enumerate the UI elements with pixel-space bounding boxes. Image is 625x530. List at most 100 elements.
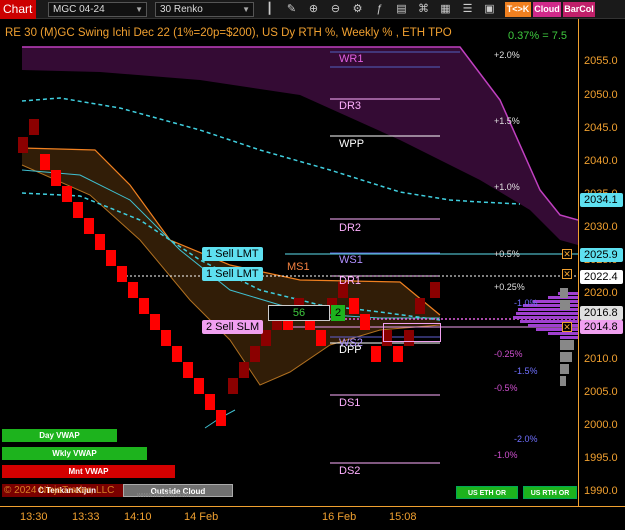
renko-brick xyxy=(150,314,160,330)
price-tick-label: 2045.0 xyxy=(584,122,618,134)
cloud-toggle-button[interactable]: Cloud xyxy=(533,2,561,17)
renko-brick xyxy=(117,266,127,282)
chart-tab-label[interactable]: Chart xyxy=(0,0,36,19)
chart-title: RE 30 (M)GC Swing Ichi Dec 22 (1%=20p=$2… xyxy=(5,27,452,39)
renko-brick xyxy=(106,250,116,266)
price-tick-label: 2040.0 xyxy=(584,155,618,167)
renko-brick xyxy=(128,282,138,298)
time-tick-label: 15:08 xyxy=(389,511,417,523)
volume-profile-bar xyxy=(513,316,578,319)
price-badge-2022: 2022.4 xyxy=(580,270,623,284)
level-dr1: DR1 xyxy=(339,275,362,287)
price-tick-label: 2005.0 xyxy=(584,386,618,398)
renko-brick xyxy=(73,202,83,218)
pct-label: +2.0% xyxy=(494,50,520,60)
level-ds2: DS2 xyxy=(339,465,361,477)
volume-profile-gray xyxy=(560,300,570,310)
properties-icon[interactable]: ⚙ xyxy=(350,2,365,17)
sell-limit-order-2[interactable]: 1 Sell LMT xyxy=(202,267,263,281)
time-tick-label: 13:33 xyxy=(72,511,100,523)
renko-brick xyxy=(250,346,260,362)
renko-brick xyxy=(216,410,226,426)
chart-trader-icon[interactable]: ☰ xyxy=(460,2,475,17)
tenkan-kijun-toggle-button[interactable]: T<>K xyxy=(505,2,531,17)
cancel-order-icon[interactable]: ✕ xyxy=(562,269,572,279)
renko-brick xyxy=(205,394,215,410)
volume-profile-bar xyxy=(560,336,578,339)
time-tick-label: 16 Feb xyxy=(322,511,357,523)
strategies-icon[interactable]: ▤ xyxy=(394,2,409,17)
renko-brick xyxy=(139,298,149,314)
price-tick-label: 2050.0 xyxy=(584,89,618,101)
pct-label: +0.5% xyxy=(494,249,520,259)
bar-type-value: 30 Renko xyxy=(160,4,203,15)
chevron-down-icon: ▼ xyxy=(135,5,143,14)
volume-profile-gray xyxy=(560,352,572,362)
cancel-order-icon[interactable]: ✕ xyxy=(562,322,572,332)
renko-brick xyxy=(95,234,105,250)
weekly-cloud xyxy=(22,47,578,245)
level-ms1: MS1 xyxy=(287,261,310,273)
pct-label: +1.0% xyxy=(494,182,520,192)
level-dr2: DR2 xyxy=(339,222,362,234)
level-wpp: WPP xyxy=(339,138,365,150)
level-wr1: WR1 xyxy=(339,53,364,65)
cancel-order-icon[interactable]: ✕ xyxy=(562,249,572,259)
price-badge-2034: 2034.1 xyxy=(580,193,623,207)
barcol-toggle-button[interactable]: BarCol xyxy=(563,2,595,17)
us-eth-or-button[interactable]: US ETH OR xyxy=(456,486,518,499)
renko-brick xyxy=(371,346,381,362)
price-tick-label: 2010.0 xyxy=(584,353,618,365)
renko-brick xyxy=(228,378,238,394)
renko-brick xyxy=(316,330,326,346)
day-vwap-button[interactable]: Day VWAP xyxy=(2,429,117,442)
volume-profile-gray xyxy=(560,364,569,374)
level-ws1: WS1 xyxy=(339,254,363,266)
time-tick-label: 14 Feb xyxy=(184,511,219,523)
renko-brick xyxy=(29,119,39,135)
price-tick-label: 2055.0 xyxy=(584,55,618,67)
price-tick-label: 2000.0 xyxy=(584,419,618,431)
chevron-down-icon: ▼ xyxy=(242,5,250,14)
level-dr3: DR3 xyxy=(339,100,362,112)
indicators-icon[interactable]: ƒ xyxy=(372,2,387,17)
volume-profile-gray xyxy=(560,340,574,350)
attach-icon[interactable]: ⌘ xyxy=(416,2,431,17)
pct-label: -0.5% xyxy=(494,383,518,393)
time-tick-label: 13:30 xyxy=(20,511,48,523)
instrument-selector[interactable]: MGC 04-24 ▼ xyxy=(48,2,147,17)
chart-toolbar: Chart MGC 04-24 ▼ 30 Renko ▼ ┃ ✎ ⊕ ⊖ ⚙ ƒ… xyxy=(0,0,625,19)
bar-style-icon[interactable]: ┃ xyxy=(262,2,277,17)
pct-label: +0.25% xyxy=(494,282,525,292)
us-rth-or-button[interactable]: US RTH OR xyxy=(523,486,577,499)
instrument-value: MGC 04-24 xyxy=(53,4,105,15)
position-quantity[interactable]: 56 xyxy=(268,305,330,321)
data-box-icon[interactable]: ▣ xyxy=(482,2,497,17)
volume-profile-bar xyxy=(548,332,578,335)
zoom-in-icon[interactable]: ⊕ xyxy=(306,2,321,17)
weekly-vwap-button[interactable]: Wkly VWAP xyxy=(2,447,147,460)
drawing-tool-icon[interactable]: ✎ xyxy=(284,2,299,17)
price-tick-label: 1990.0 xyxy=(584,485,618,497)
price-tick-label: 1995.0 xyxy=(584,452,618,464)
pct-label: +1.5% xyxy=(494,116,520,126)
position-count[interactable]: 2 xyxy=(331,305,345,321)
pct-label: -1.5% xyxy=(514,366,538,376)
price-badge-2016: 2016.8 xyxy=(580,306,623,320)
monthly-vwap-button[interactable]: Mnt VWAP xyxy=(2,465,175,478)
renko-brick xyxy=(18,137,28,153)
position-box xyxy=(383,323,441,342)
renko-brick xyxy=(360,314,370,330)
sell-stop-order[interactable]: 2 Sell SLM xyxy=(202,320,264,334)
renko-brick xyxy=(62,186,72,202)
price-tick-label: 2030.0 xyxy=(584,221,618,233)
renko-brick xyxy=(40,154,50,170)
bar-type-selector[interactable]: 30 Renko ▼ xyxy=(155,2,254,17)
sell-limit-order-1[interactable]: 1 Sell LMT xyxy=(202,247,263,261)
price-badge-2014: 2014.8 xyxy=(580,320,623,334)
zoom-out-icon[interactable]: ⊖ xyxy=(328,2,343,17)
volume-profile-bar xyxy=(533,300,578,303)
renko-brick xyxy=(349,298,359,314)
pct-label: -0.25% xyxy=(494,349,523,359)
templates-icon[interactable]: ▦ xyxy=(438,2,453,17)
